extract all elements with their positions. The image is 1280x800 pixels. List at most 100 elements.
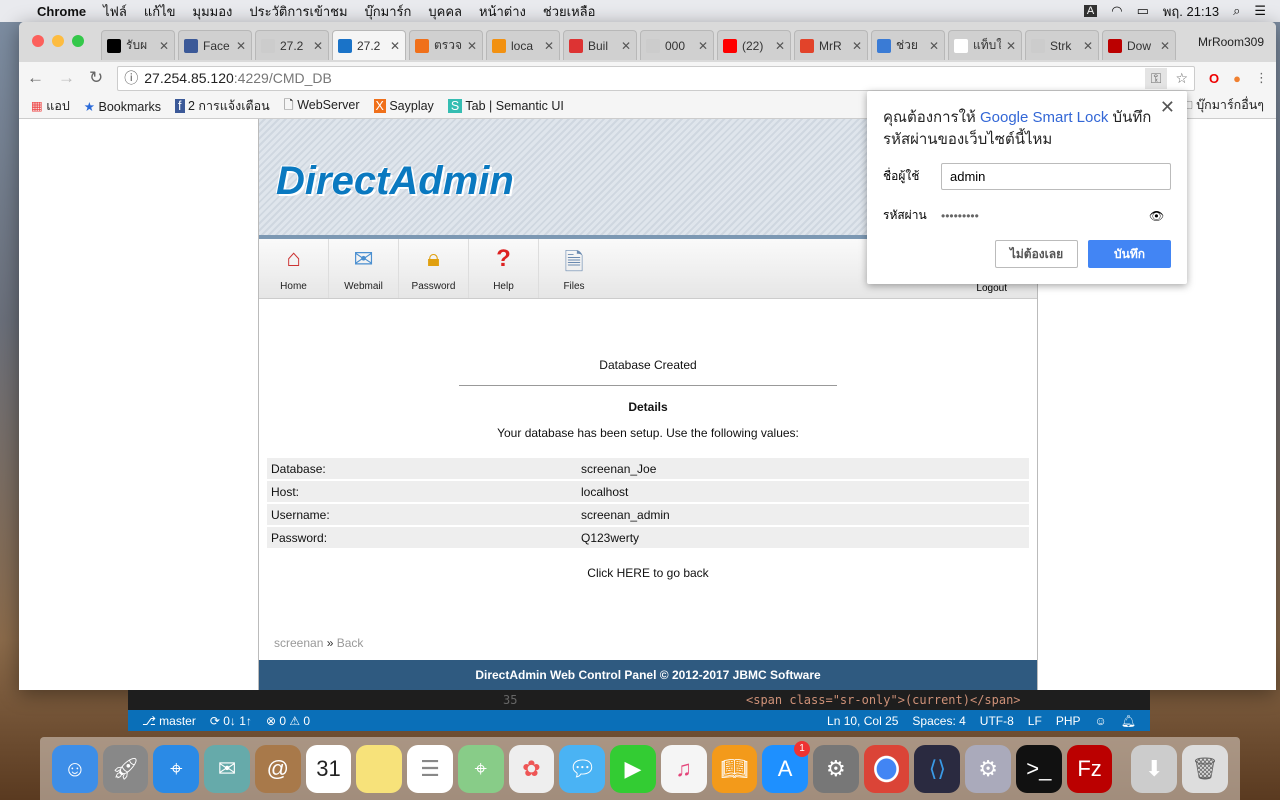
chrome-icon[interactable] — [863, 744, 910, 793]
bookmark-other[interactable]: 🗀 บุ๊กมาร์กอื่นๆ — [1180, 95, 1264, 117]
smiley-icon[interactable]: ☺ — [1095, 714, 1107, 728]
bookmark-webserver[interactable]: 🗋 WebServer — [284, 96, 360, 117]
filezilla-icon[interactable]: Fz — [1066, 744, 1113, 793]
finder-icon[interactable]: ☺ — [52, 744, 98, 793]
close-tab-icon[interactable]: ✕ — [775, 39, 785, 53]
close-icon[interactable]: ✕ — [1160, 97, 1175, 118]
star-icon[interactable]: ☆ — [1175, 70, 1188, 87]
code-line[interactable]: <span class="sr-only">(current)</span> — [746, 693, 1021, 707]
bell-icon[interactable]: 🔔︎ — [1121, 714, 1136, 728]
browser-tab[interactable]: 27.2 ✕ — [255, 30, 329, 60]
ibooks-icon[interactable]: 📖︎ — [711, 744, 758, 793]
menu-window[interactable]: หน้าต่าง — [479, 1, 526, 22]
browser-tab[interactable]: (22) ✕ — [717, 30, 791, 60]
bookmark-facebook[interactable]: f 2 การแจ้งเตือน — [175, 96, 270, 116]
browser-tab[interactable]: รับผ ✕ — [101, 30, 175, 60]
close-tab-icon[interactable]: ✕ — [313, 39, 323, 53]
close-tab-icon[interactable]: ✕ — [1160, 39, 1170, 53]
close-tab-icon[interactable]: ✕ — [852, 39, 862, 53]
reminders-icon[interactable]: ☰ — [407, 744, 453, 793]
clock[interactable]: พฤ. 21:13 — [1163, 1, 1219, 22]
eye-icon[interactable]: 👁︎ — [1149, 209, 1164, 223]
menu-edit[interactable]: แก้ไข — [144, 1, 176, 22]
username-field[interactable] — [941, 163, 1171, 190]
cursor-position[interactable]: Ln 10, Col 25 — [827, 714, 898, 728]
close-tab-icon[interactable]: ✕ — [1006, 39, 1016, 53]
bookmark-semantic-ui[interactable]: S Tab | Semantic UI — [447, 99, 564, 113]
menu-file[interactable]: ไฟล์ — [103, 1, 127, 22]
terminal-icon[interactable]: >_ — [1015, 744, 1062, 793]
bookmark-sayplay[interactable]: X Sayplay — [373, 99, 434, 113]
close-tab-icon[interactable]: ✕ — [236, 39, 246, 53]
trash-icon[interactable]: 🗑︎ — [1182, 744, 1228, 793]
itunes-icon[interactable]: ♫ — [660, 744, 707, 793]
downloads-icon[interactable]: ⬇ — [1131, 744, 1178, 793]
nav-files[interactable]: 🗎 Files — [539, 239, 609, 298]
browser-tab[interactable]: 000 ✕ — [640, 30, 714, 60]
indentation[interactable]: Spaces: 4 — [912, 714, 965, 728]
browser-tab[interactable]: ช่วย ✕ — [871, 30, 945, 60]
extension-icon[interactable]: ● — [1233, 71, 1241, 86]
wifi-icon[interactable]: ◠ — [1111, 3, 1122, 19]
mail-icon[interactable]: ✉ — [204, 744, 250, 793]
opera-extension-icon[interactable]: O — [1209, 71, 1219, 86]
contacts-icon[interactable]: @ — [254, 744, 301, 793]
bookmark-apps[interactable]: ▦ แอป — [31, 96, 70, 116]
back-button[interactable]: ← — [27, 68, 44, 88]
browser-tab[interactable]: loca ✕ — [486, 30, 560, 60]
go-back-link[interactable]: Click HERE to go back — [259, 566, 1037, 580]
never-button[interactable]: ไม่ต้องเลย — [995, 240, 1078, 268]
safari-icon[interactable]: ⌖ — [153, 744, 200, 793]
close-tab-icon[interactable]: ✕ — [621, 39, 631, 53]
language-mode[interactable]: PHP — [1056, 714, 1081, 728]
browser-tab[interactable]: แท็บใหม่ ✕ — [948, 30, 1022, 60]
close-tab-icon[interactable]: ✕ — [698, 39, 708, 53]
facetime-icon[interactable]: ▶ — [610, 744, 656, 793]
close-tab-icon[interactable]: ✕ — [390, 39, 400, 53]
settings-app-icon[interactable]: ⚙ — [965, 744, 1011, 793]
system-preferences-icon[interactable]: ⚙ — [813, 744, 859, 793]
logout-link[interactable]: Logout — [976, 283, 1007, 294]
minimize-window-button[interactable] — [52, 35, 64, 47]
bookmark-bookmarks[interactable]: ★ Bookmarks — [84, 99, 161, 114]
browser-tab[interactable]: Face ✕ — [178, 30, 252, 60]
problems-status[interactable]: ⊗ 0 ⚠ 0 — [266, 714, 310, 728]
reload-button[interactable]: ↻ — [89, 68, 103, 88]
menu-bookmarks[interactable]: บุ๊กมาร์ก — [365, 1, 412, 22]
branch-status[interactable]: ⎇ master — [142, 714, 196, 728]
maps-icon[interactable]: ⌖ — [457, 744, 504, 793]
nav-password[interactable]: 🔒︎ Password — [399, 239, 469, 298]
close-tab-icon[interactable]: ✕ — [929, 39, 939, 53]
browser-tab[interactable]: Buil ✕ — [563, 30, 637, 60]
menu-icon[interactable]: ⋮ — [1255, 70, 1268, 86]
eol[interactable]: LF — [1028, 714, 1042, 728]
close-window-button[interactable] — [32, 35, 44, 47]
key-icon[interactable]: ⚿ — [1144, 67, 1168, 89]
launchpad-icon[interactable]: 🚀︎ — [102, 744, 149, 793]
menu-view[interactable]: มุมมอง — [193, 1, 233, 22]
encoding[interactable]: UTF-8 — [980, 714, 1014, 728]
browser-tab[interactable]: ตรวจ ✕ — [409, 30, 483, 60]
nav-webmail[interactable]: ✉ Webmail — [329, 239, 399, 298]
close-tab-icon[interactable]: ✕ — [467, 39, 477, 53]
close-tab-icon[interactable]: ✕ — [1083, 39, 1093, 53]
profile-name[interactable]: MrRoom309 — [1198, 35, 1264, 49]
photos-icon[interactable]: ✿ — [508, 744, 555, 793]
notification-center-icon[interactable]: ☰ — [1254, 3, 1266, 19]
app-store-icon[interactable]: A1 — [762, 740, 811, 793]
battery-icon[interactable]: ▭ — [1137, 3, 1149, 19]
menu-app[interactable]: Chrome — [37, 4, 86, 19]
browser-tab[interactable]: 27.2 ✕ — [332, 30, 406, 60]
spotlight-icon[interactable]: ⌕ — [1233, 3, 1240, 19]
forward-button[interactable]: → — [58, 68, 75, 88]
vscode-icon[interactable]: ⟨⟩ — [914, 744, 961, 793]
close-tab-icon[interactable]: ✕ — [159, 39, 169, 53]
sync-status[interactable]: ⟳ 0↓ 1↑ — [210, 714, 252, 728]
browser-tab[interactable]: Dow ✕ — [1102, 30, 1176, 60]
browser-tab[interactable]: Strk ✕ — [1025, 30, 1099, 60]
close-tab-icon[interactable]: ✕ — [544, 39, 554, 53]
smart-lock-link[interactable]: Google Smart Lock — [980, 109, 1108, 126]
menu-people[interactable]: บุคคล — [428, 1, 462, 22]
menu-history[interactable]: ประวัติการเข้าชม — [249, 1, 347, 22]
address-bar[interactable]: ⓘ 27.254.85.120:4229/CMD_DB ⚿ ☆ — [117, 65, 1196, 91]
